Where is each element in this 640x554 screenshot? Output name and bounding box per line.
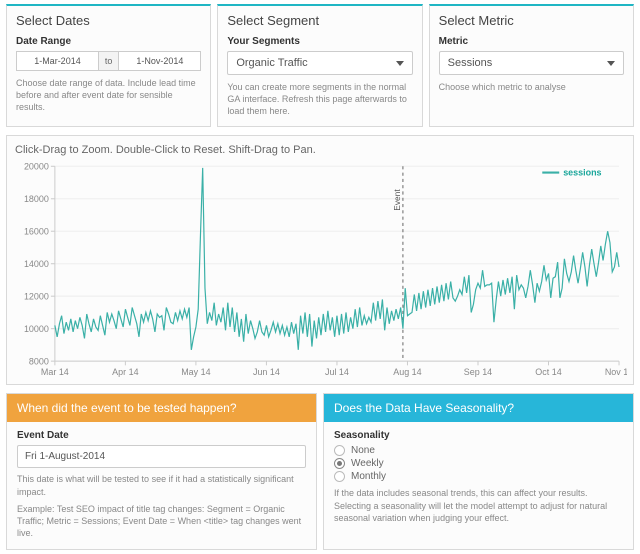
svg-text:Jun 14: Jun 14: [253, 367, 280, 377]
segment-value: Organic Traffic: [236, 57, 307, 69]
svg-text:Aug 14: Aug 14: [393, 367, 421, 377]
panel-event-title: When did the event to be tested happen?: [7, 394, 316, 422]
svg-text:Apr 14: Apr 14: [112, 367, 138, 377]
svg-text:14000: 14000: [24, 259, 49, 269]
svg-text:8000: 8000: [29, 357, 49, 367]
radio-icon: [334, 458, 345, 469]
radio-icon: [334, 445, 345, 456]
panel-segment-title: Select Segment: [227, 13, 412, 28]
metric-value: Sessions: [448, 57, 493, 69]
svg-text:16000: 16000: [24, 227, 49, 237]
seasonality-help: If the data includes seasonal trends, th…: [334, 487, 623, 523]
date-to-separator: to: [99, 51, 119, 71]
chevron-down-icon: [607, 61, 615, 66]
svg-text:Nov 14: Nov 14: [605, 367, 627, 377]
radio-label: None: [351, 445, 375, 456]
segment-label: Your Segments: [227, 36, 412, 47]
svg-text:20000: 20000: [24, 162, 49, 172]
date-range-help: Choose date range of data. Include lead …: [16, 77, 201, 113]
chart-area[interactable]: 8000 10000 12000 14000 16000 18000 20000 Mar 14…: [13, 160, 627, 380]
bottom-row: When did the event to be tested happen? …: [0, 389, 640, 554]
metric-label: Metric: [439, 36, 624, 47]
panel-metric-title: Select Metric: [439, 13, 624, 28]
metric-select[interactable]: Sessions: [439, 51, 624, 75]
panel-event: When did the event to be tested happen? …: [6, 393, 317, 550]
date-from-input[interactable]: 1-Mar-2014: [16, 51, 99, 71]
radio-label: Weekly: [351, 458, 384, 469]
panel-dates-title: Select Dates: [16, 13, 201, 28]
date-to-input[interactable]: 1-Nov-2014: [118, 51, 201, 71]
seasonality-option-weekly[interactable]: Weekly: [334, 458, 623, 469]
segment-select[interactable]: Organic Traffic: [227, 51, 412, 75]
svg-text:10000: 10000: [24, 324, 49, 334]
date-range-row: 1-Mar-2014 to 1-Nov-2014: [16, 51, 201, 71]
controls-row: Select Dates Date Range 1-Mar-2014 to 1-…: [0, 0, 640, 131]
svg-text:Mar 14: Mar 14: [41, 367, 69, 377]
chart-panel: Click-Drag to Zoom. Double-Click to Rese…: [6, 135, 634, 385]
svg-text:Oct 14: Oct 14: [535, 367, 561, 377]
radio-label: Monthly: [351, 471, 386, 482]
date-range-label: Date Range: [16, 36, 201, 47]
segment-help: You can create more segments in the norm…: [227, 81, 412, 117]
panel-metric: Select Metric Metric Sessions Choose whi…: [429, 4, 634, 127]
svg-text:Event: Event: [393, 189, 402, 211]
panel-dates: Select Dates Date Range 1-Mar-2014 to 1-…: [6, 4, 211, 127]
seasonality-label: Seasonality: [334, 430, 623, 441]
event-date-label: Event Date: [17, 430, 306, 441]
seasonality-option-monthly[interactable]: Monthly: [334, 471, 623, 482]
metric-help: Choose which metric to analyse: [439, 81, 624, 93]
chart-svg[interactable]: 8000 10000 12000 14000 16000 18000 20000 Mar 14…: [13, 160, 627, 380]
radio-icon: [334, 471, 345, 482]
panel-seasonality: Does the Data Have Seasonality? Seasonal…: [323, 393, 634, 550]
event-date-input[interactable]: [17, 445, 306, 468]
svg-text:Jul 14: Jul 14: [325, 367, 349, 377]
svg-text:12000: 12000: [24, 292, 49, 302]
svg-text:May 14: May 14: [181, 367, 210, 377]
svg-text:sessions: sessions: [563, 168, 601, 178]
panel-seasonality-title: Does the Data Have Seasonality?: [324, 394, 633, 422]
chevron-down-icon: [396, 61, 404, 66]
svg-text:Sep 14: Sep 14: [464, 367, 492, 377]
event-help-2: Example: Test SEO impact of title tag ch…: [17, 503, 306, 539]
svg-text:18000: 18000: [24, 194, 49, 204]
panel-segment: Select Segment Your Segments Organic Tra…: [217, 4, 422, 127]
chart-instructions: Click-Drag to Zoom. Double-Click to Rese…: [15, 144, 627, 156]
event-help-1: This date is what will be tested to see …: [17, 473, 306, 497]
seasonality-option-none[interactable]: None: [334, 445, 623, 456]
